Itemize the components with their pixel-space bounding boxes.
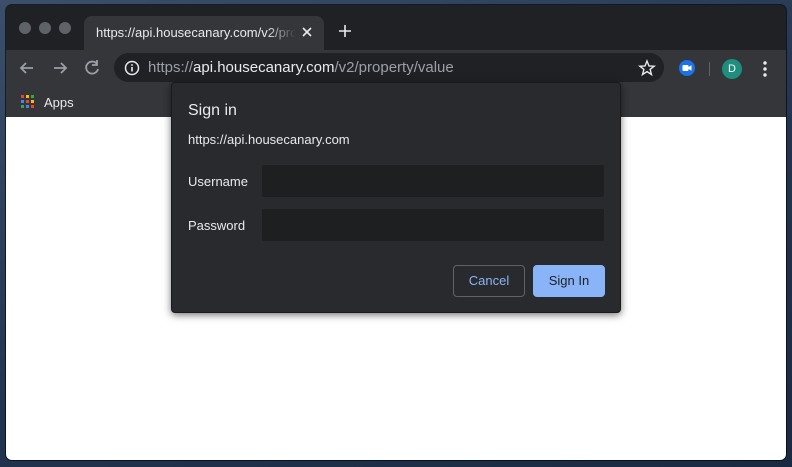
address-bar[interactable]: https://api.housecanary.com/v2/property/…: [114, 53, 664, 82]
password-field[interactable]: [262, 209, 604, 241]
sign-in-dialog: Sign in https://api.housecanary.com User…: [171, 82, 621, 313]
dialog-origin: https://api.housecanary.com: [188, 132, 350, 147]
url-text: https://api.housecanary.com/v2/property/…: [148, 59, 454, 76]
window-close-button[interactable]: [19, 22, 31, 34]
apps-bookmark[interactable]: Apps: [44, 95, 74, 110]
plus-icon[interactable]: [336, 22, 354, 40]
info-icon[interactable]: [124, 60, 140, 76]
username-label: Username: [188, 174, 248, 189]
close-icon[interactable]: [298, 23, 316, 41]
tab-strip: https://api.housecanary.com/v2/property/…: [6, 5, 786, 50]
cancel-button[interactable]: Cancel: [453, 265, 525, 297]
url-scheme: https://: [148, 59, 194, 76]
back-icon[interactable]: [17, 58, 37, 78]
reload-icon[interactable]: [82, 58, 102, 78]
window-zoom-button[interactable]: [59, 22, 71, 34]
avatar[interactable]: D: [722, 59, 742, 79]
forward-icon[interactable]: [50, 58, 70, 78]
password-label: Password: [188, 218, 246, 233]
dialog-title: Sign in: [188, 102, 237, 119]
tab-active[interactable]: https://api.housecanary.com/v2/property/…: [84, 16, 324, 50]
sign-in-button[interactable]: Sign In: [533, 265, 605, 297]
username-field[interactable]: [262, 165, 604, 197]
tab-title: https://api.housecanary.com/v2/property/…: [96, 25, 296, 40]
toolbar-divider: [709, 62, 710, 76]
url-path: /v2/property/value: [334, 59, 454, 76]
meet-extension-icon[interactable]: [678, 59, 696, 77]
url-host: api.housecanary.com: [193, 59, 335, 76]
apps-grid-icon[interactable]: [21, 95, 35, 109]
menu-icon[interactable]: [756, 59, 774, 79]
star-icon[interactable]: [637, 59, 657, 77]
window-minimize-button[interactable]: [39, 22, 51, 34]
